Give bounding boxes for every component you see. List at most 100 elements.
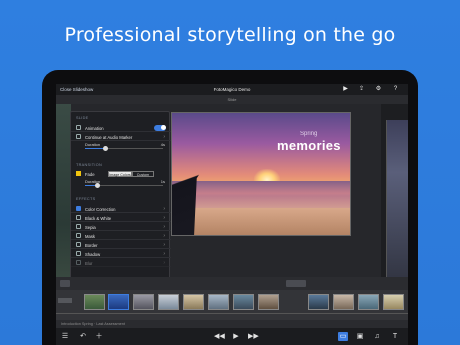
effect-row[interactable]: Blur ›	[71, 258, 171, 267]
sea-graphic	[172, 181, 350, 211]
effect-label: Mask	[85, 233, 96, 239]
top-toolbar: Close Slideshow FotoMagico Demo ▶ ⇪ ⚙ ?	[56, 84, 408, 95]
continue-audio-row[interactable]: Continue at Audio Marker ›	[71, 132, 171, 141]
info-bar: Introduction Spring · Last Assessment	[56, 320, 408, 328]
list-icon[interactable]: ☰	[60, 332, 70, 341]
document-title: FotoMagico Demo	[213, 87, 251, 92]
slide-thumbnail[interactable]	[84, 294, 105, 310]
rewind-icon[interactable]: ◀◀	[214, 332, 225, 341]
effect-label: Border	[85, 242, 98, 248]
audio-clip[interactable]	[286, 280, 306, 287]
slide-preview[interactable]: Spring memories	[171, 112, 351, 236]
animation-toggle[interactable]	[154, 124, 166, 131]
slide-thumbnail[interactable]	[308, 294, 329, 310]
slide-thumbnail[interactable]	[108, 294, 129, 310]
effect-row[interactable]: Sepia ›	[71, 222, 171, 231]
slide-header-label: Slide	[227, 97, 237, 102]
play-icon[interactable]: ▶	[231, 332, 241, 341]
slide-thumbnail[interactable]	[233, 294, 254, 310]
slide-thumbnail[interactable]	[333, 294, 354, 310]
chevron-right-icon: ›	[163, 259, 165, 266]
track-label	[58, 298, 72, 303]
slide-caption-big[interactable]: memories	[277, 138, 341, 153]
continue-audio-checkbox[interactable]	[76, 134, 81, 139]
music-icon[interactable]: ♫	[372, 332, 382, 341]
slide-section-label: SLIDE	[76, 116, 89, 120]
slide-header: Slide	[56, 95, 408, 104]
slide-thumbnail[interactable]	[358, 294, 379, 310]
effect-row[interactable]: Mask ›	[71, 231, 171, 240]
chevron-right-icon: ›	[163, 205, 165, 212]
next-slide-peek[interactable]	[386, 120, 408, 295]
effect-row[interactable]: Border ›	[71, 240, 171, 249]
fade-row[interactable]: Fade Image Colors Custom	[71, 169, 171, 178]
image-icon[interactable]: ▣	[355, 332, 365, 341]
add-icon[interactable]: ＋	[94, 332, 104, 341]
effect-row[interactable]: Color Correction ›	[71, 204, 171, 213]
slide-thumbnail[interactable]	[158, 294, 179, 310]
effect-checkbox[interactable]	[76, 224, 81, 229]
help-icon[interactable]: ?	[391, 85, 400, 94]
duration-value: 4s	[160, 142, 165, 147]
chevron-right-icon: ›	[163, 250, 165, 257]
transition-duration-knob[interactable]	[95, 183, 100, 188]
effect-row[interactable]: Shadow ›	[71, 249, 171, 258]
effect-label: Shadow	[85, 251, 101, 257]
undo-icon[interactable]: ↶	[78, 332, 88, 341]
duration-knob[interactable]	[103, 146, 108, 151]
audio-clip[interactable]	[60, 280, 70, 287]
info-bar-text: Introduction Spring · Last Assessment	[61, 322, 125, 326]
gear-icon[interactable]: ⚙	[374, 85, 383, 94]
transition-section-label: TRANSITION	[76, 163, 102, 167]
effect-checkbox[interactable]	[76, 251, 81, 256]
effect-label: Sepia	[85, 224, 96, 230]
transition-duration-slider[interactable]: Duration 1s	[76, 179, 166, 188]
play-icon[interactable]: ▶	[341, 85, 350, 94]
slide-thumbnail[interactable]	[183, 294, 204, 310]
chevron-right-icon: ›	[163, 223, 165, 230]
bottom-toolbar: ☰ ↶ ＋ ◀◀ ▶ ▶▶ ▭ ▣ ♫ T	[56, 328, 408, 345]
fast-forward-icon[interactable]: ▶▶	[248, 332, 259, 341]
slide-thumbnail[interactable]	[208, 294, 229, 310]
timeline[interactable]	[56, 290, 408, 320]
seg-custom[interactable]: Custom	[132, 170, 154, 177]
inspector-panel: SLIDE Animation Continue at Audio Marker…	[70, 111, 171, 289]
effect-checkbox[interactable]	[76, 233, 81, 238]
fade-swatch	[76, 171, 81, 176]
effect-checkbox[interactable]	[76, 206, 81, 211]
animation-checkbox[interactable]	[76, 125, 81, 130]
audio-track[interactable]	[56, 277, 408, 290]
duration-slider[interactable]: Duration 4s	[76, 142, 166, 151]
duration-label: Duration	[85, 142, 101, 147]
slide-thumbnail[interactable]	[133, 294, 154, 310]
headline: Professional storytelling on the go	[64, 24, 396, 46]
effect-row[interactable]: Black & White ›	[71, 213, 171, 222]
chevron-right-icon: ›	[163, 241, 165, 248]
slide-thumbnail[interactable]	[383, 294, 404, 310]
chevron-right-icon: ›	[163, 232, 165, 239]
continue-audio-label: Continue at Audio Marker	[85, 134, 133, 140]
slide-caption-small[interactable]: Spring	[300, 131, 317, 137]
slides-icon[interactable]: ▭	[338, 332, 348, 341]
timeline-divider	[56, 313, 408, 314]
effect-label: Black & White	[85, 215, 112, 221]
duration-fill	[85, 148, 105, 149]
share-icon[interactable]: ⇪	[357, 85, 366, 94]
seg-image-colors[interactable]: Image Colors	[108, 170, 132, 177]
slide-thumbnail[interactable]	[258, 294, 279, 310]
text-icon[interactable]: T	[390, 332, 400, 341]
effect-checkbox[interactable]	[76, 260, 81, 265]
effects-section-label: EFFECTS	[76, 197, 96, 201]
animation-label: Animation	[85, 125, 104, 131]
transition-duration-value: 1s	[160, 179, 165, 184]
chevron-right-icon: ›	[163, 214, 165, 221]
animation-row[interactable]: Animation	[71, 123, 171, 132]
effect-label: Color Correction	[85, 206, 116, 212]
effect-checkbox[interactable]	[76, 215, 81, 220]
effect-label: Blur	[85, 260, 93, 266]
beach-graphic	[172, 208, 350, 235]
chevron-right-icon: ›	[163, 133, 165, 140]
fade-label: Fade	[85, 171, 95, 177]
effect-checkbox[interactable]	[76, 242, 81, 247]
app-screen: Close Slideshow FotoMagico Demo ▶ ⇪ ⚙ ? …	[56, 84, 408, 345]
